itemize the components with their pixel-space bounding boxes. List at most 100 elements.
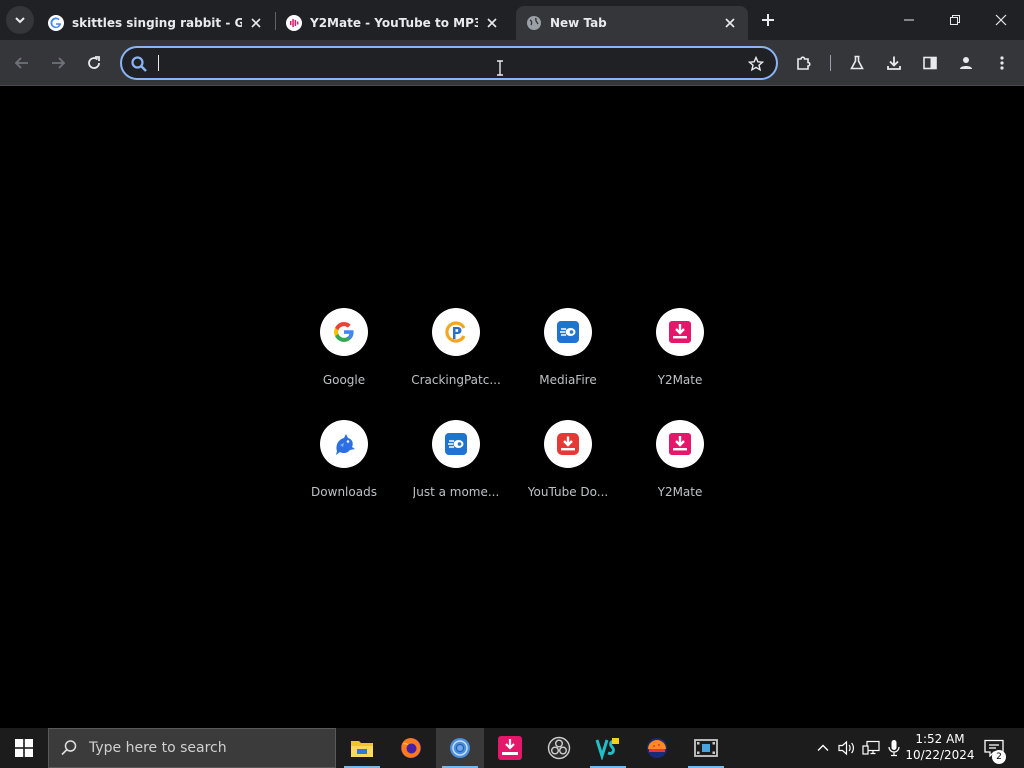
download-icon xyxy=(887,56,901,70)
video-editor-icon xyxy=(694,739,718,757)
google-g-icon xyxy=(320,308,368,356)
minimize-button[interactable] xyxy=(886,0,932,40)
shortcut-label: Y2Mate xyxy=(657,485,703,499)
chevron-down-icon xyxy=(15,17,25,24)
shortcut-y2mate-2[interactable]: Y2Mate xyxy=(624,415,736,527)
new-tab-button[interactable] xyxy=(756,8,780,32)
reload-icon xyxy=(88,56,100,69)
close-icon[interactable] xyxy=(248,15,264,31)
tab-title: Y2Mate - YouTube to MP3 Con xyxy=(310,16,478,30)
downloads-button[interactable] xyxy=(880,49,908,77)
shortcut-label: Y2Mate xyxy=(657,373,703,387)
chrome-icon xyxy=(450,738,470,758)
kebab-menu-icon xyxy=(1000,56,1004,70)
shortcut-label: CrackingPatc... xyxy=(411,373,501,387)
profile-button[interactable] xyxy=(952,49,980,77)
taskbar-clock[interactable]: 1:52 AM 10/22/2024 xyxy=(904,731,976,763)
extensions-button[interactable] xyxy=(790,49,818,77)
forward-button[interactable] xyxy=(44,49,72,77)
address-bar[interactable] xyxy=(120,46,778,80)
puzzle-piece-icon xyxy=(797,56,811,70)
shortcut-crackingpatching[interactable]: CrackingPatc... xyxy=(400,303,512,415)
mediafire-icon xyxy=(544,308,592,356)
toolbar-divider xyxy=(830,55,831,71)
taskbar-chrome[interactable] xyxy=(436,728,484,768)
microphone-icon xyxy=(888,740,900,757)
shortcut-mediafire[interactable]: MediaFire xyxy=(512,303,624,415)
start-button[interactable] xyxy=(0,728,48,768)
menu-button[interactable] xyxy=(988,49,1016,77)
restore-button[interactable] xyxy=(932,0,978,40)
shortcut-label: Just a mome... xyxy=(412,485,500,499)
tab-y2mate[interactable]: Y2Mate - YouTube to MP3 Con xyxy=(276,6,510,40)
labs-button[interactable] xyxy=(843,49,871,77)
shortcut-label: Google xyxy=(322,373,366,387)
globe-icon xyxy=(526,15,542,31)
taskbar-pizza-app[interactable] xyxy=(633,728,681,768)
search-placeholder: Type here to search xyxy=(89,740,227,756)
clock-time: 1:52 AM xyxy=(915,732,965,746)
tab-skittles[interactable]: skittles singing rabbit - Google xyxy=(38,6,274,40)
clock-date: 10/22/2024 xyxy=(905,748,975,762)
windows-logo-icon xyxy=(15,739,33,757)
new-tab-page: Google CrackingPatc... MediaFire Y2Mate … xyxy=(0,87,1024,728)
arrow-left-icon xyxy=(14,57,28,69)
youtube-download-icon xyxy=(544,420,592,468)
address-input[interactable] xyxy=(156,52,736,74)
shortcut-y2mate[interactable]: Y2Mate xyxy=(624,303,736,415)
search-icon xyxy=(131,56,147,72)
text-cursor-icon xyxy=(497,60,503,76)
network-icon xyxy=(862,740,880,755)
crackingpatching-icon xyxy=(432,308,480,356)
firefox-icon xyxy=(401,738,421,758)
windows-taskbar: Type here to search 1:52 AM 10/22/2024 2 xyxy=(0,728,1024,768)
flask-icon xyxy=(850,55,864,70)
google-g-icon xyxy=(48,15,64,31)
network-button[interactable] xyxy=(860,728,882,768)
bookmark-star-icon[interactable] xyxy=(746,54,766,74)
search-icon xyxy=(49,739,89,757)
person-icon xyxy=(960,57,972,69)
shortcut-downloads[interactable]: Downloads xyxy=(288,415,400,527)
taskbar-obs[interactable] xyxy=(535,728,583,768)
side-panel-button[interactable] xyxy=(916,49,944,77)
back-button[interactable] xyxy=(8,49,36,77)
file-explorer-icon xyxy=(351,741,373,757)
tab-title: New Tab xyxy=(550,16,607,30)
restore-icon xyxy=(950,15,960,25)
side-panel-icon xyxy=(923,56,937,70)
taskbar-vs-app[interactable] xyxy=(584,728,632,768)
close-icon[interactable] xyxy=(484,15,500,31)
mediafire-icon xyxy=(432,420,480,468)
downloads-bird-icon xyxy=(320,420,368,468)
arrow-right-icon xyxy=(52,57,66,69)
close-icon xyxy=(995,14,1007,26)
minimize-icon xyxy=(904,19,914,21)
volume-button[interactable] xyxy=(836,728,858,768)
notification-count-badge: 2 xyxy=(992,750,1006,764)
tab-title: skittles singing rabbit - Google xyxy=(72,16,242,30)
close-icon[interactable] xyxy=(722,15,738,31)
tab-new-tab[interactable]: New Tab xyxy=(516,6,748,40)
close-window-button[interactable] xyxy=(978,0,1024,40)
taskbar-firefox[interactable] xyxy=(387,728,435,768)
shortcut-google[interactable]: Google xyxy=(288,303,400,415)
taskbar-search-box[interactable]: Type here to search xyxy=(48,728,336,768)
taskbar-y2mate[interactable] xyxy=(486,728,534,768)
shortcut-youtube-downloader[interactable]: YouTube Do... xyxy=(512,415,624,527)
chevron-up-icon xyxy=(817,744,829,751)
shortcut-just-a-moment[interactable]: Just a mome... xyxy=(400,415,512,527)
show-hidden-icons-button[interactable] xyxy=(812,728,834,768)
reload-button[interactable] xyxy=(80,49,108,77)
shortcut-label: Downloads xyxy=(311,485,377,499)
tab-strip: skittles singing rabbit - Google Y2Mate … xyxy=(0,0,1024,40)
tab-search-button[interactable] xyxy=(6,6,34,34)
y2mate-download-icon xyxy=(656,420,704,468)
y2mate-icon xyxy=(286,15,302,31)
shortcuts-grid: Google CrackingPatc... MediaFire Y2Mate … xyxy=(288,303,736,527)
taskbar-video-editor[interactable] xyxy=(682,728,730,768)
obs-icon xyxy=(547,736,571,760)
plus-icon xyxy=(762,14,774,26)
microphone-button[interactable] xyxy=(884,728,904,768)
taskbar-file-explorer[interactable] xyxy=(338,728,386,768)
